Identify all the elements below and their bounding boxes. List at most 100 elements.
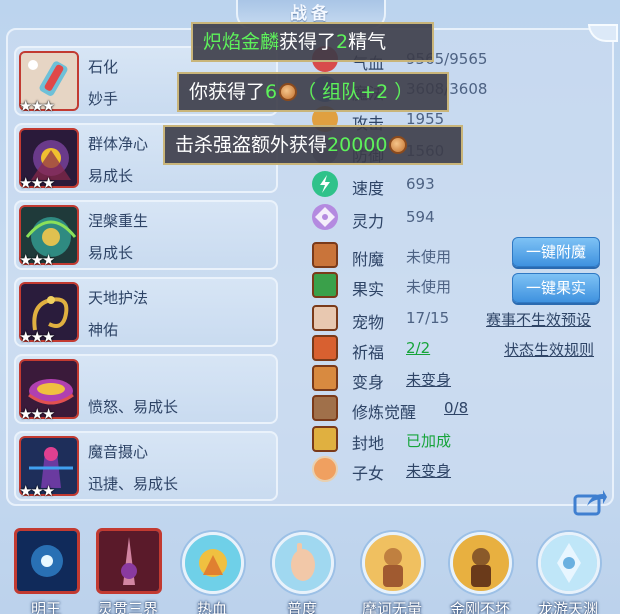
bottom-skill-label: 热血 <box>196 600 227 614</box>
attr-label: 变身 <box>352 373 385 392</box>
attr-awaken[interactable]: 修炼觉醒 0/8 <box>310 395 510 423</box>
meditation-icon <box>312 395 338 421</box>
skill-icon-jingang <box>450 532 512 594</box>
skill-name: 天地护法 <box>88 289 149 307</box>
skill-name: 石化 <box>88 58 119 76</box>
skill-card[interactable]: ★★★ 愤怒、易成长 <box>14 354 278 424</box>
blessing-icon <box>312 335 338 361</box>
tournament-preset-link[interactable]: 赛事不生效预设 <box>486 309 591 330</box>
pet-portrait-icon <box>312 305 338 331</box>
toast-message: 击杀强盗额外获得20000 <box>163 125 463 165</box>
skill-icon-mohe <box>362 532 424 594</box>
attr-label: 宠物 <box>352 313 385 332</box>
bottom-skill-label: 龙游天渊 <box>537 600 598 614</box>
skill-name: 涅槃重生 <box>88 212 149 230</box>
attr-value: 未使用 <box>406 278 452 296</box>
stat-value: 594 <box>406 208 435 226</box>
corner-ornament <box>588 24 618 42</box>
attr-value[interactable]: 未变身 <box>406 369 451 390</box>
bottom-skill[interactable]: 灵贯三界 <box>92 528 162 614</box>
star-rating: ★★★ <box>19 482 55 500</box>
bottom-skill[interactable]: 龙游天渊 <box>532 528 602 614</box>
attr-value: 未使用 <box>406 248 452 266</box>
one-click-fruit-button[interactable]: 一键果实 <box>512 273 600 303</box>
bottom-skill[interactable]: 普度 <box>266 528 336 614</box>
skill-icon-mingwang <box>14 528 80 594</box>
skill-trait: 迅捷、易成长 <box>88 475 179 493</box>
skill-name: 群体净心 <box>88 135 149 153</box>
attr-enchant[interactable]: 附魔 未使用 <box>310 242 500 270</box>
skill-trait: 易成长 <box>88 244 134 262</box>
star-rating: ★★★ <box>19 405 55 423</box>
skill-icon-rexue <box>182 532 244 594</box>
skill-trait: 易成长 <box>88 167 134 185</box>
attr-pet[interactable]: 宠物 17/15 <box>310 305 480 333</box>
bottom-skill[interactable]: 金刚不坏 <box>444 528 514 614</box>
diamond-icon <box>312 204 338 230</box>
bottom-skill-label: 普度 <box>286 600 317 614</box>
skill-icon-linguan <box>96 528 162 594</box>
toast-message: 炽焰金麟获得了2精气 <box>191 22 434 62</box>
bottom-skill-label: 灵贯三界 <box>97 600 158 614</box>
attr-value: 17/15 <box>406 309 450 327</box>
attr-value[interactable]: 未变身 <box>406 460 451 481</box>
attr-children[interactable]: 子女 未变身 <box>310 456 510 484</box>
toast-message: 你获得了6 （ 组队+2 ） <box>177 72 449 112</box>
scroll-icon <box>312 426 338 452</box>
lightning-icon <box>312 171 338 197</box>
bottom-skill-label: 明王 <box>30 600 61 614</box>
skill-card[interactable]: ★★★ 涅槃重生 易成长 <box>14 200 278 270</box>
share-icon[interactable] <box>573 488 607 516</box>
pet-name: 炽焰金麟 <box>203 31 280 53</box>
attr-value: 已加成 <box>406 432 452 450</box>
children-icon <box>312 456 338 482</box>
toast-text: 你获得了 <box>189 81 266 103</box>
star-rating: ★★★ <box>19 174 55 192</box>
toast-text: 获得了 <box>279 31 337 53</box>
attr-blessing[interactable]: 祈福 2/2 <box>310 335 480 363</box>
bottom-skill-label: 金刚不坏 <box>449 600 510 614</box>
skill-trait: 愤怒、易成长 <box>88 398 179 416</box>
bottom-skill[interactable]: 热血 <box>176 528 246 614</box>
skill-trait: 神佑 <box>88 321 119 339</box>
bottom-skill-label: 摩诃无量 <box>361 600 422 614</box>
stat-speed: 速度 693 <box>310 171 600 199</box>
attr-label: 祈福 <box>352 343 385 362</box>
skill-name: 魔音摄心 <box>88 443 149 461</box>
attr-value[interactable]: 2/2 <box>406 339 430 357</box>
attr-territory[interactable]: 封地 已加成 <box>310 426 510 454</box>
star-rating: ★★★ <box>19 328 55 346</box>
stat-label: 灵力 <box>352 212 385 231</box>
stat-spirit: 灵力 594 <box>310 204 600 232</box>
skill-icon-pudu <box>272 532 334 594</box>
attr-transform[interactable]: 变身 未变身 <box>310 365 510 393</box>
bottom-skill[interactable]: 明王 <box>10 528 80 614</box>
skill-card[interactable]: ★★★ 魔音摄心 迅捷、易成长 <box>14 431 278 501</box>
star-rating: ★★★ <box>19 97 55 115</box>
status-rules-link[interactable]: 状态生效规则 <box>504 339 594 360</box>
attr-label: 封地 <box>352 434 385 453</box>
one-click-enchant-button[interactable]: 一键附魔 <box>512 237 600 267</box>
transform-icon <box>312 365 338 391</box>
enchant-icon <box>312 242 338 268</box>
toast-text: （ 组队+2 ） <box>297 81 414 103</box>
skill-card[interactable]: ★★★ 天地护法 神佑 <box>14 277 278 347</box>
skill-icon-longyou <box>538 532 600 594</box>
fruit-icon <box>312 272 338 298</box>
toast-number: 6 <box>265 81 278 103</box>
bottom-skill[interactable]: 摩诃无量 <box>356 528 426 614</box>
attr-label: 修炼觉醒 <box>352 403 417 422</box>
coin-icon <box>389 136 408 154</box>
attr-fruit[interactable]: 果实 未使用 <box>310 272 500 300</box>
attr-label: 子女 <box>352 464 385 483</box>
star-rating: ★★★ <box>19 251 55 269</box>
stat-label: 速度 <box>352 179 385 198</box>
attr-label: 附魔 <box>352 250 385 269</box>
coin-icon <box>279 83 298 101</box>
toast-text: 精气 <box>348 31 387 53</box>
attr-label: 果实 <box>352 280 385 299</box>
toast-number: 2 <box>336 31 349 53</box>
stat-value: 693 <box>406 175 435 193</box>
toast-text: 击杀强盗额外获得 <box>175 134 328 156</box>
attr-value[interactable]: 0/8 <box>444 399 468 417</box>
